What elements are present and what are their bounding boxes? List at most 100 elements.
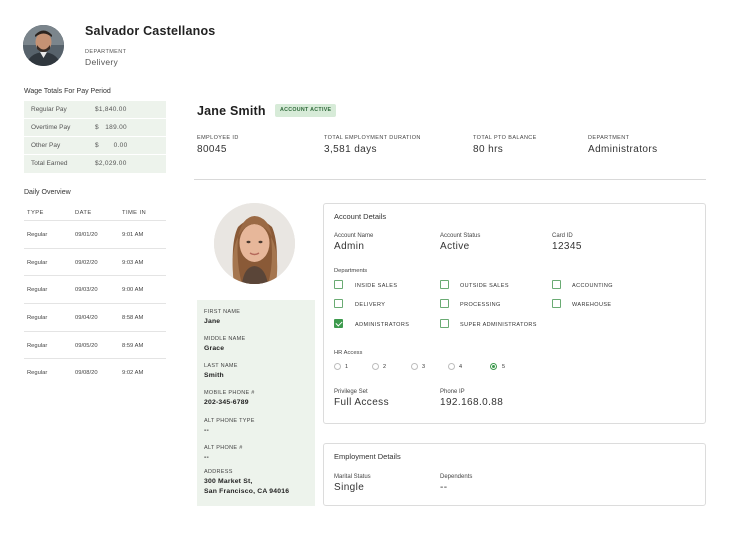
privilege-set-value: Full Access (334, 397, 389, 408)
checkbox-delivery[interactable] (334, 299, 343, 308)
phone-ip-label: Phone IP (440, 389, 465, 395)
column-header-date: DATE (75, 210, 92, 216)
employment-details-card: Employment Details Marital Status Single… (323, 443, 706, 506)
account-details-card: Account Details Account Name Admin Accou… (323, 203, 706, 424)
stat-value-employee-id: 80045 (197, 144, 227, 155)
card-title: Account Details (334, 212, 387, 221)
user-photo (23, 25, 64, 66)
row-date: 09/03/20 (75, 287, 98, 293)
checkbox-label-accounting: ACCOUNTING (572, 283, 613, 289)
wage-label: Regular Pay (31, 106, 67, 113)
phone-ip-value: 192.168.0.88 (440, 397, 504, 408)
checkbox-label-processing: PROCESSING (460, 302, 501, 308)
checkbox-inside-sales[interactable] (334, 280, 343, 289)
stat-value-duration: 3,581 days (324, 144, 377, 155)
table-row[interactable]: Regular 09/01/20 9:01 AM (24, 220, 166, 248)
row-date: 09/04/20 (75, 315, 98, 321)
wage-totals-panel: Regular Pay $1,840.00 Overtime Pay $ 189… (24, 101, 166, 173)
wage-row-regular: Regular Pay $1,840.00 (24, 101, 166, 119)
checkbox-label-super-administrators: SUPER ADMINISTRATORS (460, 322, 537, 328)
table-row[interactable]: Regular 09/03/20 9:00 AM (24, 275, 166, 303)
row-date: 09/01/20 (75, 232, 98, 238)
radio-hr-access-4[interactable] (448, 363, 455, 370)
row-date: 09/02/20 (75, 260, 98, 266)
info-label-mobile-phone: MOBILE PHONE # (204, 390, 255, 396)
dependents-label: Dependents (440, 474, 473, 480)
row-time-in: 8:59 AM (122, 343, 144, 349)
info-label-last-name: LAST NAME (204, 363, 238, 369)
stat-label-duration: TOTAL EMPLOYMENT DURATION (324, 135, 421, 141)
row-time-in: 9:03 AM (122, 260, 144, 266)
employee-info-panel: FIRST NAME Jane MIDDLE NAME Grace LAST N… (197, 300, 315, 506)
column-header-time-in: TIME IN (122, 210, 147, 216)
user-name: Salvador Castellanos (85, 24, 216, 38)
row-time-in: 9:02 AM (122, 370, 144, 376)
departments-label: Departments (334, 268, 368, 274)
wage-value: $ 189.00 (95, 124, 127, 131)
checkbox-super-administrators[interactable] (440, 319, 449, 328)
table-row[interactable]: Regular 09/08/20 9:02 AM (24, 358, 166, 386)
wage-value: $1,840.00 (95, 106, 127, 113)
radio-label-4: 4 (459, 364, 463, 370)
dependents-value: -- (440, 482, 448, 493)
info-value-address-line2: San Francisco, CA 94016 (204, 488, 290, 495)
wage-label: Other Pay (31, 142, 61, 149)
radio-label-2: 2 (383, 364, 387, 370)
stat-label-pto: TOTAL PTO BALANCE (473, 135, 537, 141)
radio-hr-access-5[interactable] (490, 363, 497, 370)
user-department-label: DEPARTMENT (85, 49, 127, 55)
field-value-card-id: 12345 (552, 241, 582, 252)
stat-label-employee-id: EMPLOYEE ID (197, 135, 239, 141)
field-label-card-id: Card ID (552, 233, 573, 239)
table-row[interactable]: Regular 09/05/20 8:59 AM (24, 331, 166, 359)
marital-status-value: Single (334, 482, 365, 493)
stat-value-department: Administrators (588, 144, 658, 155)
field-value-account-name: Admin (334, 241, 365, 252)
field-label-account-status: Account Status (440, 233, 481, 239)
header-divider (194, 179, 706, 180)
row-type: Regular (27, 287, 48, 293)
checkbox-outside-sales[interactable] (440, 280, 449, 289)
checkbox-processing[interactable] (440, 299, 449, 308)
table-row[interactable]: Regular 09/02/20 9:03 AM (24, 248, 166, 276)
row-time-in: 8:58 AM (122, 315, 144, 321)
info-value-address-line1: 300 Market St, (204, 478, 253, 485)
user-avatar[interactable] (23, 25, 64, 66)
info-value-last-name: Smith (204, 372, 224, 379)
checkbox-administrators[interactable] (334, 319, 343, 328)
radio-hr-access-2[interactable] (372, 363, 379, 370)
radio-hr-access-1[interactable] (334, 363, 341, 370)
row-type: Regular (27, 370, 48, 376)
employee-name: Jane Smith (197, 104, 266, 118)
row-type: Regular (27, 343, 48, 349)
marital-status-label: Marital Status (334, 474, 371, 480)
employee-avatar[interactable] (214, 203, 295, 284)
checkbox-warehouse[interactable] (552, 299, 561, 308)
info-value-middle-name: Grace (204, 345, 225, 352)
checkbox-label-administrators: ADMINISTRATORS (355, 322, 410, 328)
checkbox-label-delivery: DELIVERY (355, 302, 386, 308)
table-row[interactable]: Regular 09/04/20 8:58 AM (24, 303, 166, 331)
stat-value-pto: 80 hrs (473, 144, 504, 155)
radio-hr-access-3[interactable] (411, 363, 418, 370)
wage-row-total: Total Earned $2,029.00 (24, 155, 166, 173)
info-label-alt-phone-type: ALT PHONE TYPE (204, 418, 255, 424)
column-header-type: TYPE (27, 210, 44, 216)
radio-label-1: 1 (345, 364, 349, 370)
field-value-account-status: Active (440, 241, 470, 252)
checkbox-accounting[interactable] (552, 280, 561, 289)
row-type: Regular (27, 260, 48, 266)
stat-label-department: DEPARTMENT (588, 135, 630, 141)
wage-totals-title: Wage Totals For Pay Period (24, 88, 111, 95)
checkbox-label-outside-sales: OUTSIDE SALES (460, 283, 509, 289)
info-value-alt-phone: -- (204, 454, 209, 461)
row-type: Regular (27, 232, 48, 238)
card-title: Employment Details (334, 452, 401, 461)
wage-label: Overtime Pay (31, 124, 71, 131)
row-date: 09/05/20 (75, 343, 98, 349)
status-badge: ACCOUNT ACTIVE (275, 104, 337, 117)
info-value-first-name: Jane (204, 318, 221, 325)
hr-access-label: HR Access (334, 350, 363, 356)
info-value-mobile-phone: 202-345-6789 (204, 399, 249, 406)
radio-label-3: 3 (422, 364, 426, 370)
